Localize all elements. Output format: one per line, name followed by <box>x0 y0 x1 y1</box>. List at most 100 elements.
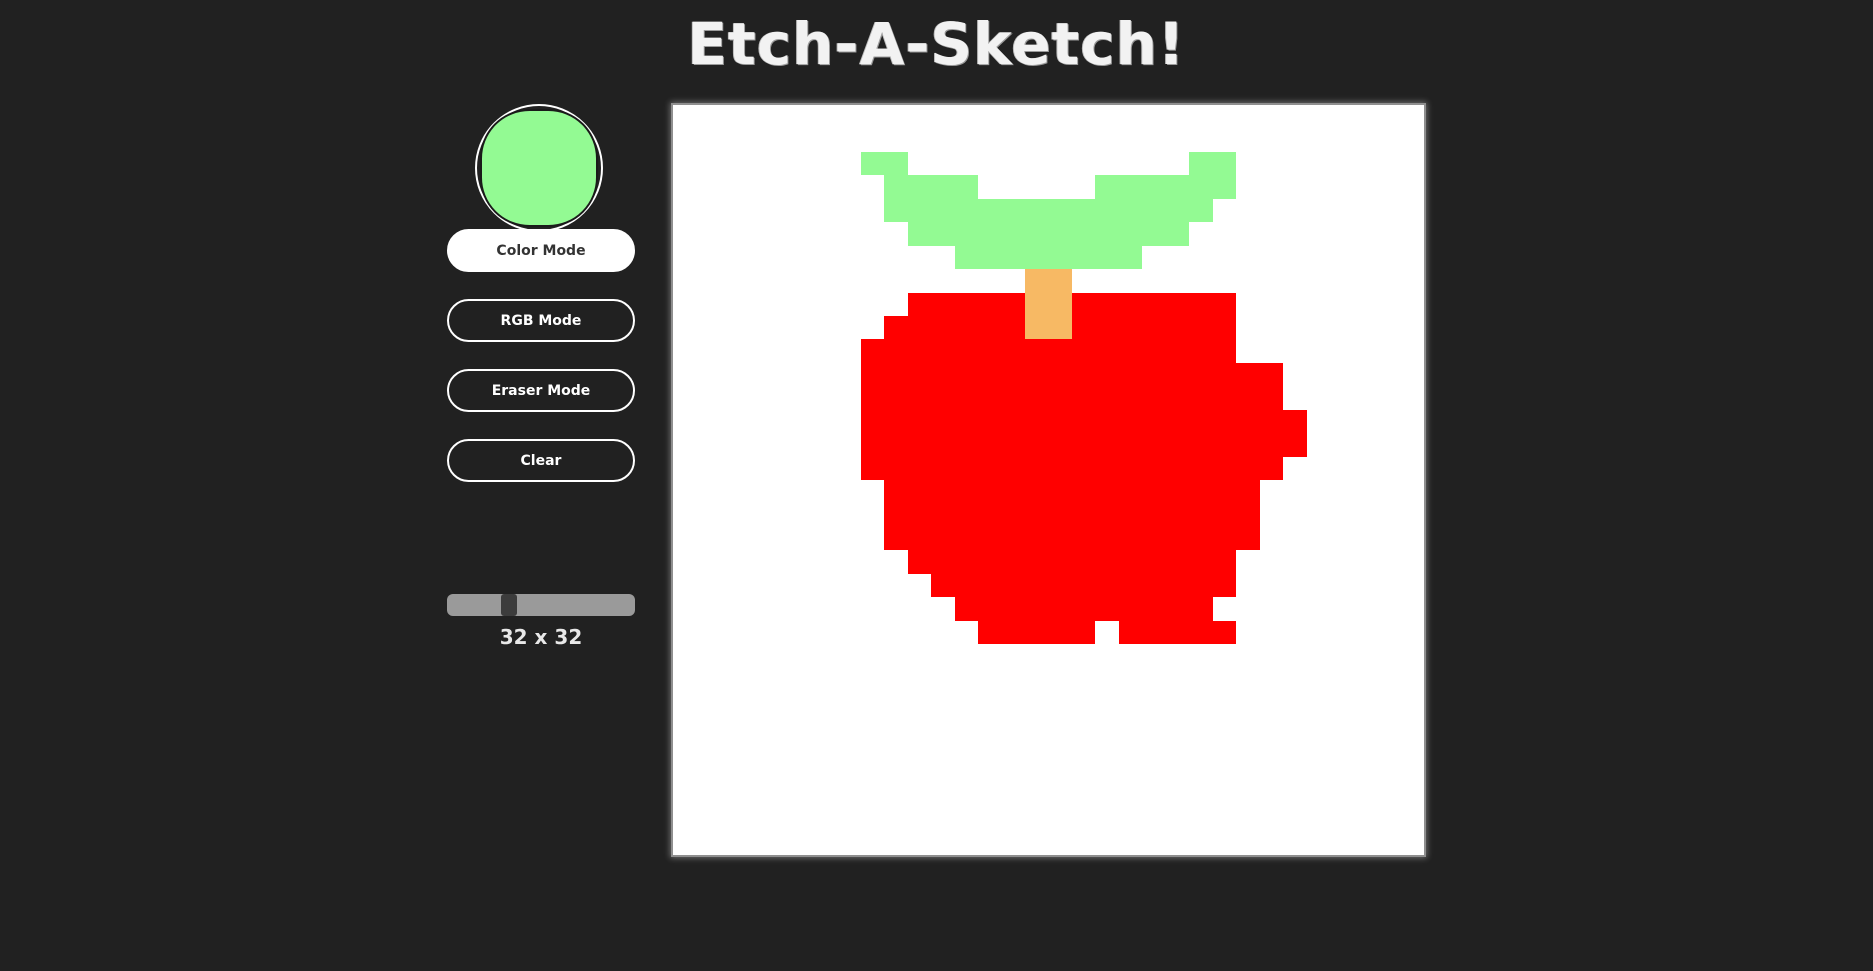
grid-cell[interactable] <box>978 315 1002 340</box>
grid-cell[interactable] <box>790 761 814 785</box>
grid-cell[interactable] <box>1236 526 1260 551</box>
grid-cell[interactable] <box>1165 175 1190 199</box>
grid-cell[interactable] <box>766 292 791 316</box>
grid-cell[interactable] <box>1071 105 1096 129</box>
grid-cell[interactable] <box>790 808 814 832</box>
grid-cell[interactable] <box>860 433 885 457</box>
grid-cell[interactable] <box>884 714 908 738</box>
grid-cell[interactable] <box>1377 175 1401 199</box>
grid-cell[interactable] <box>1165 573 1190 598</box>
grid-cell[interactable] <box>1118 737 1143 762</box>
grid-cell[interactable] <box>766 573 791 598</box>
grid-cell[interactable] <box>1071 269 1096 293</box>
grid-cell[interactable] <box>696 667 720 691</box>
grid-cell[interactable] <box>954 198 979 223</box>
grid-cell[interactable] <box>837 714 861 738</box>
grid-cell[interactable] <box>1189 761 1213 785</box>
grid-cell[interactable] <box>1353 269 1378 293</box>
grid-cell[interactable] <box>673 620 697 645</box>
grid-cell[interactable] <box>1353 433 1378 457</box>
grid-cell[interactable] <box>860 105 885 129</box>
grid-cell[interactable] <box>954 456 979 480</box>
grid-cell[interactable] <box>884 128 908 152</box>
grid-cell[interactable] <box>1071 175 1096 199</box>
grid-cell[interactable] <box>884 526 908 551</box>
rgb-mode-button[interactable]: RGB Mode <box>447 299 635 342</box>
grid-cell[interactable] <box>1353 245 1378 270</box>
grid-cell[interactable] <box>1236 292 1260 316</box>
grid-cell[interactable] <box>1330 222 1354 246</box>
grid-cell[interactable] <box>1377 151 1401 176</box>
grid-cell[interactable] <box>837 808 861 832</box>
grid-cell[interactable] <box>954 573 979 598</box>
grid-cell[interactable] <box>1189 151 1213 176</box>
grid-cell[interactable] <box>1001 222 1026 246</box>
grid-cell[interactable] <box>954 362 979 387</box>
grid-cell[interactable] <box>1118 292 1143 316</box>
grid-cell[interactable] <box>907 480 932 504</box>
grid-cell[interactable] <box>1118 198 1143 223</box>
grid-cell[interactable] <box>1071 386 1096 410</box>
slider-thumb[interactable] <box>501 594 517 616</box>
grid-cell[interactable] <box>1212 526 1237 551</box>
grid-cell[interactable] <box>884 573 908 598</box>
grid-cell[interactable] <box>884 362 908 387</box>
grid-cell[interactable] <box>673 433 697 457</box>
grid-cell[interactable] <box>884 105 908 129</box>
grid-cell[interactable] <box>719 714 744 738</box>
grid-cell[interactable] <box>1118 690 1143 715</box>
grid-cell[interactable] <box>813 644 838 668</box>
grid-cell[interactable] <box>1259 667 1284 691</box>
grid-cell[interactable] <box>673 690 697 715</box>
grid-cell[interactable] <box>1142 315 1166 340</box>
grid-cell[interactable] <box>1259 808 1284 832</box>
grid-cell[interactable] <box>743 526 767 551</box>
grid-cell[interactable] <box>1071 409 1096 434</box>
grid-cell[interactable] <box>1001 362 1026 387</box>
grid-cell[interactable] <box>1048 151 1072 176</box>
grid-cell[interactable] <box>719 175 744 199</box>
grid-cell[interactable] <box>1330 784 1354 809</box>
grid-cell[interactable] <box>978 198 1002 223</box>
grid-cell[interactable] <box>1071 503 1096 527</box>
grid-cell[interactable] <box>1142 573 1166 598</box>
grid-cell[interactable] <box>931 151 955 176</box>
grid-cell[interactable] <box>1118 222 1143 246</box>
grid-cell[interactable] <box>1330 714 1354 738</box>
grid-cell[interactable] <box>1025 550 1049 574</box>
grid-cell[interactable] <box>1048 597 1072 621</box>
grid-cell[interactable] <box>1353 222 1378 246</box>
grid-cell[interactable] <box>766 409 791 434</box>
grid-cell[interactable] <box>837 433 861 457</box>
grid-cell[interactable] <box>1048 386 1072 410</box>
grid-cell[interactable] <box>837 480 861 504</box>
grid-cell[interactable] <box>1095 198 1119 223</box>
grid-cell[interactable] <box>1001 409 1026 434</box>
grid-cell[interactable] <box>1189 784 1213 809</box>
grid-cell[interactable] <box>813 269 838 293</box>
grid-cell[interactable] <box>837 526 861 551</box>
grid-cell[interactable] <box>860 362 885 387</box>
grid-cell[interactable] <box>1353 409 1378 434</box>
grid-cell[interactable] <box>1118 433 1143 457</box>
grid-cell[interactable] <box>907 831 932 855</box>
grid-cell[interactable] <box>1142 409 1166 434</box>
grid-cell[interactable] <box>1118 245 1143 270</box>
grid-cell[interactable] <box>1330 245 1354 270</box>
grid-cell[interactable] <box>907 784 932 809</box>
grid-cell[interactable] <box>954 269 979 293</box>
grid-cell[interactable] <box>1306 620 1331 645</box>
grid-cell[interactable] <box>719 151 744 176</box>
grid-cell[interactable] <box>1165 292 1190 316</box>
grid-cell[interactable] <box>696 644 720 668</box>
grid-cell[interactable] <box>766 831 791 855</box>
grid-cell[interactable] <box>1259 573 1284 598</box>
grid-cell[interactable] <box>860 808 885 832</box>
grid-cell[interactable] <box>1142 269 1166 293</box>
grid-cell[interactable] <box>1025 597 1049 621</box>
grid-cell[interactable] <box>1001 620 1026 645</box>
grid-cell[interactable] <box>837 386 861 410</box>
grid-cell[interactable] <box>1165 737 1190 762</box>
grid-cell[interactable] <box>1189 480 1213 504</box>
grid-cell[interactable] <box>1330 433 1354 457</box>
